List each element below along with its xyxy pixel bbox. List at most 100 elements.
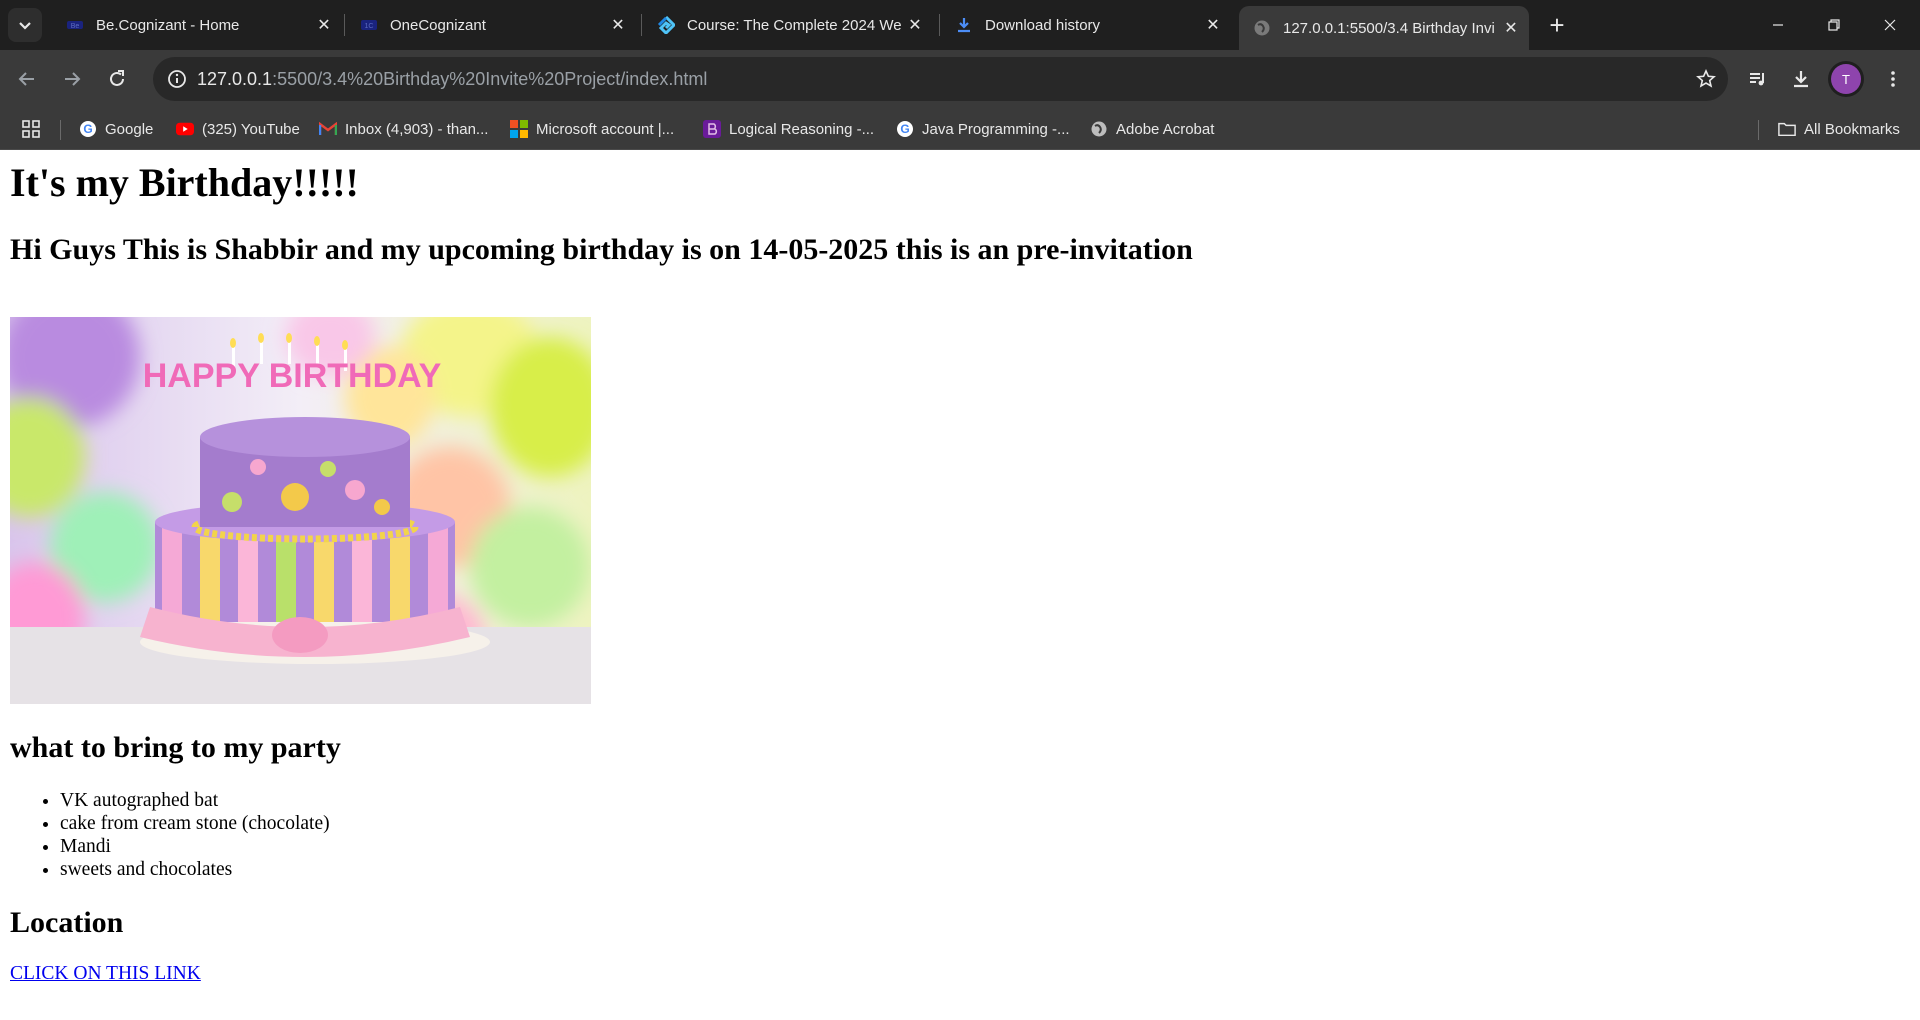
address-path: :5500/3.4%20Birthday%20Invite%20Project/… [272, 69, 708, 89]
close-window-button[interactable] [1862, 0, 1918, 50]
profile-button[interactable]: T [1828, 61, 1864, 97]
chevron-down-icon [19, 22, 31, 30]
navigation-toolbar: 127.0.0.1:5500/3.4%20Birthday%20Invite%2… [0, 50, 1920, 108]
svg-text:G: G [83, 122, 92, 136]
svg-text:1C: 1C [365, 23, 374, 30]
tab-udemy-course[interactable]: Course: The Complete 2024 We ✕ [643, 6, 933, 44]
address-host: 127.0.0.1 [197, 69, 273, 89]
reload-button[interactable] [99, 61, 135, 97]
tab-divider [939, 14, 940, 36]
new-tab-button[interactable]: + [1540, 8, 1574, 42]
minimize-icon [1773, 24, 1783, 26]
close-icon[interactable]: ✕ [1201, 13, 1225, 37]
bookmark-gmail[interactable]: Inbox (4,903) - than... [319, 108, 488, 150]
tab-title: 127.0.0.1:5500/3.4 Birthday Invi [1283, 19, 1495, 37]
list-item: cake from cream stone (chocolate) [60, 812, 330, 835]
tab-title: Be.Cognizant - Home [96, 16, 240, 34]
media-controls-button[interactable] [1740, 61, 1776, 97]
address-url[interactable]: 127.0.0.1:5500/3.4%20Birthday%20Invite%2… [197, 57, 707, 101]
bookmark-label: Microsoft account |... [536, 120, 675, 138]
tab-strip: Be Be.Cognizant - Home ✕ 1C OneCognizant… [0, 0, 1920, 50]
globe-icon [1090, 120, 1108, 138]
microsoft-icon [510, 120, 528, 138]
location-heading: Location [10, 906, 124, 939]
tab-title: Download history [985, 16, 1101, 34]
page-subheading: Hi Guys This is Shabbir and my upcoming … [10, 233, 1193, 266]
onecognizant-favicon: 1C [360, 16, 378, 34]
bookmark-youtube[interactable]: (325) YouTube [176, 108, 300, 150]
bookmark-label: (325) YouTube [202, 120, 300, 138]
bookmark-divider [60, 120, 61, 140]
avatar: T [1831, 64, 1861, 94]
queue-music-icon [1750, 73, 1764, 86]
bookmark-logical-reasoning[interactable]: Logical Reasoning -... [703, 108, 874, 150]
bookmark-label: All Bookmarks [1804, 120, 1900, 138]
google-icon: G [896, 120, 914, 138]
bookmark-label: Java Programming -... [922, 120, 1070, 138]
tab-divider [344, 14, 345, 36]
bookmark-adobe-acrobat[interactable]: Adobe Acrobat [1090, 108, 1214, 150]
cake-topper-text: HAPPY BIRTHDAY [143, 357, 442, 395]
all-bookmarks-button[interactable]: All Bookmarks [1778, 108, 1900, 150]
avatar-initial: T [1842, 71, 1850, 87]
tab-search-button[interactable] [8, 8, 42, 42]
arrow-right-icon [65, 72, 81, 86]
bring-heading: what to bring to my party [10, 731, 341, 764]
tab-download-history[interactable]: Download history ✕ [941, 6, 1231, 44]
list-item: Mandi [60, 835, 330, 858]
page-title: It's my Birthday!!!!! [10, 160, 359, 205]
site-info-icon[interactable] [161, 63, 193, 95]
close-icon[interactable]: ✕ [1499, 16, 1523, 40]
folder-icon [1778, 120, 1796, 138]
tab-divider [641, 14, 642, 36]
address-bar[interactable]: 127.0.0.1:5500/3.4%20Birthday%20Invite%2… [153, 57, 1728, 101]
birthday-cake-image: HAPPY BIRTHDAY [10, 317, 591, 704]
bookmark-label: Inbox (4,903) - than... [345, 120, 489, 138]
tab-birthday-invite[interactable]: 127.0.0.1:5500/3.4 Birthday Invi ✕ [1239, 6, 1529, 50]
close-icon[interactable]: ✕ [606, 13, 630, 37]
bring-list: VK autographed bat cake from cream stone… [10, 789, 330, 881]
tab-onecognizant[interactable]: 1C OneCognizant ✕ [346, 6, 636, 44]
bookmark-java-programming[interactable]: G Java Programming -... [896, 108, 1070, 150]
download-icon [955, 16, 973, 34]
close-icon [1884, 19, 1896, 31]
reload-icon [110, 70, 124, 86]
bookmark-divider [1758, 120, 1759, 140]
web-page: It's my Birthday!!!!! Hi Guys This is Sh… [0, 150, 1920, 1020]
more-vertical-icon [1891, 71, 1895, 87]
tab-title: Course: The Complete 2024 We [687, 16, 902, 34]
svg-text:G: G [900, 122, 909, 136]
arrow-left-icon [18, 72, 34, 86]
bookmark-label: Adobe Acrobat [1116, 120, 1215, 138]
udemy-favicon [657, 16, 675, 34]
close-icon[interactable]: ✕ [312, 13, 336, 37]
apps-button[interactable] [22, 108, 40, 150]
bookmark-microsoft[interactable]: Microsoft account |... [510, 108, 674, 150]
bookmark-google[interactable]: G Google [79, 108, 153, 150]
minimize-button[interactable] [1750, 0, 1806, 50]
download-icon [1794, 71, 1808, 88]
back-button[interactable] [9, 61, 45, 97]
restore-button[interactable] [1806, 0, 1862, 50]
list-item: sweets and chocolates [60, 858, 330, 881]
bookmarks-bar: G Google (325) YouTube Inbox (4,903) - t… [0, 108, 1920, 150]
globe-icon [1253, 19, 1271, 37]
bookmark-label: Google [105, 120, 154, 138]
forward-button[interactable] [54, 61, 90, 97]
google-icon: G [79, 120, 97, 138]
gmail-icon [319, 120, 337, 138]
youtube-icon [176, 120, 194, 138]
menu-button[interactable] [1875, 61, 1911, 97]
downloads-button[interactable] [1783, 61, 1819, 97]
list-item: VK autographed bat [60, 789, 330, 812]
svg-text:Be: Be [71, 23, 80, 30]
tab-be-cognizant[interactable]: Be Be.Cognizant - Home ✕ [52, 6, 342, 44]
bookmark-label: Logical Reasoning -... [729, 120, 875, 138]
restore-icon [1828, 19, 1840, 31]
tab-title: OneCognizant [390, 16, 486, 34]
bookmark-app-icon [703, 120, 721, 138]
location-link[interactable]: CLICK ON THIS LINK [10, 963, 201, 985]
bookmark-star-icon[interactable] [1696, 69, 1716, 89]
close-icon[interactable]: ✕ [903, 13, 927, 37]
cognizant-favicon: Be [66, 16, 84, 34]
